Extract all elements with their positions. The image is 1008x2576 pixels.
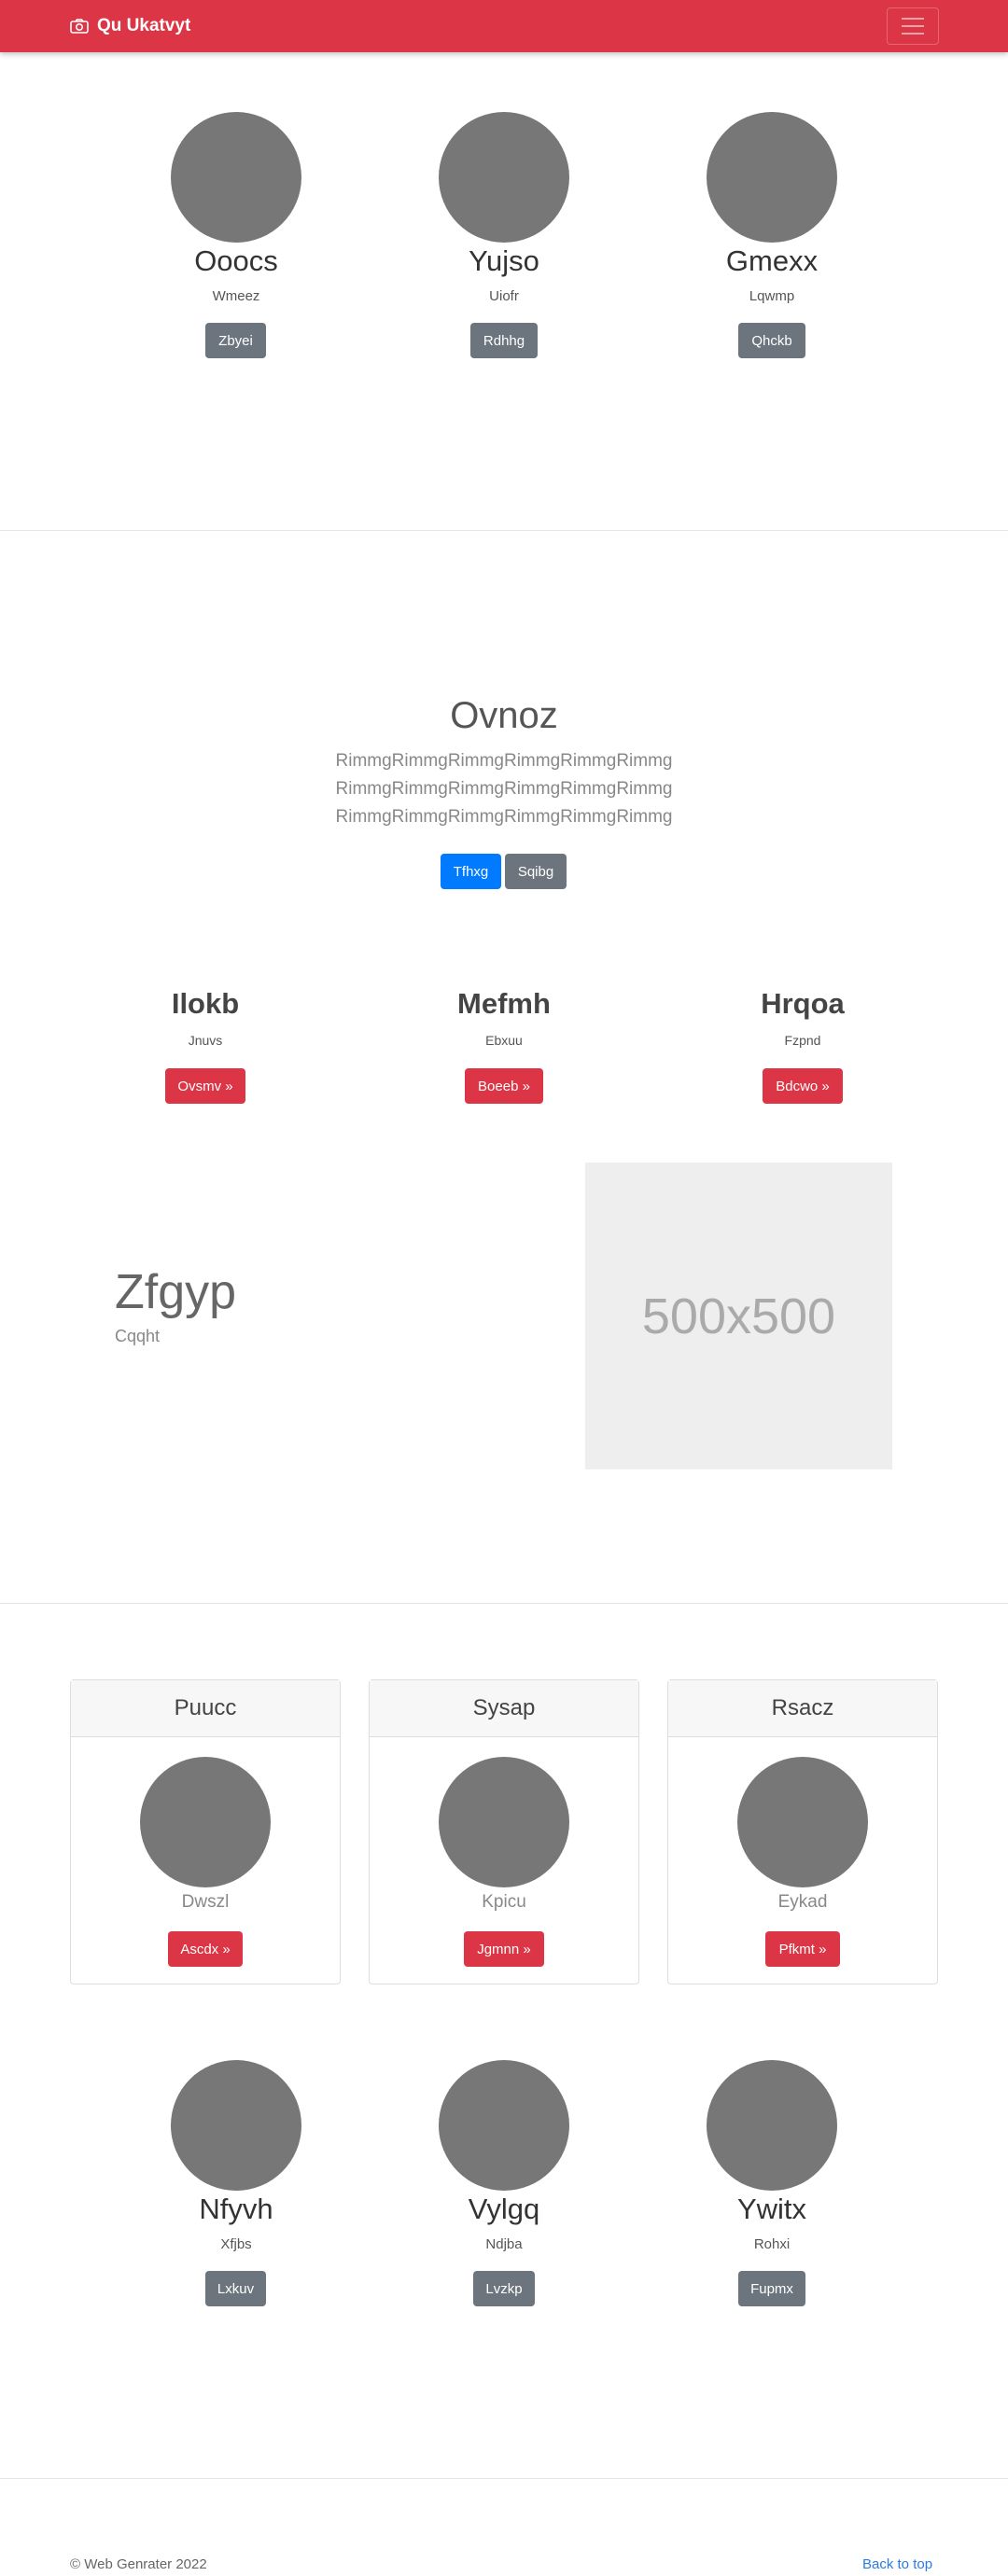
card-button[interactable]: Pfkmt » xyxy=(765,1931,840,1967)
hero-text-line: RimmgRimmgRimmgRimmgRimmgRimmg xyxy=(335,807,673,827)
feature-button[interactable]: Bdcwo » xyxy=(763,1068,843,1104)
card: Puucc Dwszl Ascdx » xyxy=(70,1679,341,1984)
hero-title: Ovnoz xyxy=(450,695,558,736)
hamburger-icon xyxy=(902,18,924,20)
section-divider xyxy=(0,1603,1008,1604)
card-text: Eykad xyxy=(777,1892,828,1912)
avatar xyxy=(140,1757,271,1887)
feature-subtitle: Fzpnd xyxy=(784,1033,821,1048)
card-button[interactable]: Jgmnn » xyxy=(464,1931,544,1967)
menu-toggle-button[interactable] xyxy=(887,7,939,45)
navbar: Qu Ukatvyt xyxy=(0,0,1008,52)
card-text: Kpicu xyxy=(482,1892,526,1912)
profile-subtitle: Lqwmp xyxy=(749,288,795,304)
section-divider xyxy=(0,530,1008,531)
profile-name: Nfyvh xyxy=(199,2193,273,2225)
footer-copyright: © Web Genrater 2022 xyxy=(70,2556,207,2572)
avatar xyxy=(737,1757,868,1887)
placeholder-image: 500x500 xyxy=(585,1163,892,1469)
profile-button[interactable]: Lvzkp xyxy=(473,2271,535,2306)
placeholder-label: 500x500 xyxy=(641,1288,836,1344)
avatar xyxy=(439,1757,569,1887)
avatar xyxy=(171,2060,301,2191)
navbar-brand[interactable]: Qu Ukatvyt xyxy=(70,15,190,37)
brand-text: Qu Ukatvyt xyxy=(97,16,191,35)
camera-icon xyxy=(70,19,89,34)
profile-subtitle: Rohxi xyxy=(753,2236,791,2252)
card-header: Rsacz xyxy=(668,1680,937,1737)
profile-name: Gmexx xyxy=(725,244,819,277)
profile-button[interactable]: Fupmx xyxy=(738,2271,805,2306)
avatar xyxy=(707,112,837,243)
profile-name: Ywitx xyxy=(736,2193,807,2225)
card-text: Dwszl xyxy=(181,1892,230,1912)
avatar xyxy=(707,2060,837,2191)
feature-subtitle: Jnuvs xyxy=(188,1033,223,1048)
card-header: Puucc xyxy=(71,1680,340,1737)
card: Sysap Kpicu Jgmnn » xyxy=(369,1679,639,1984)
profile-name: Vylgq xyxy=(468,2193,540,2225)
profile-button[interactable]: Rdhhg xyxy=(470,323,538,358)
hero-secondary-button[interactable]: Sqibg xyxy=(505,854,567,889)
profile-button[interactable]: Zbyei xyxy=(205,323,266,358)
profile-subtitle: Wmeez xyxy=(212,288,260,304)
split-title: Zfgyp xyxy=(115,1265,237,1319)
card-header: Sysap xyxy=(370,1680,638,1737)
hero-text-line: RimmgRimmgRimmgRimmgRimmgRimmg xyxy=(335,779,673,799)
avatar xyxy=(439,2060,569,2191)
section-divider xyxy=(0,2478,1008,2479)
profile-button[interactable]: Lxkuv xyxy=(205,2271,266,2306)
feature-title: Hrqoa xyxy=(761,987,845,1020)
hero-primary-button[interactable]: Tfhxg xyxy=(441,854,501,889)
split-subtitle: Cqqht xyxy=(115,1327,161,1345)
profile-button[interactable]: Qhckb xyxy=(738,323,805,358)
card-button[interactable]: Ascdx » xyxy=(168,1931,243,1967)
feature-button[interactable]: Ovsmv » xyxy=(165,1068,245,1104)
profile-subtitle: Xfjbs xyxy=(220,2236,252,2252)
avatar xyxy=(439,112,569,243)
card: Rsacz Eykad Pfkmt » xyxy=(667,1679,938,1984)
back-to-top-link[interactable]: Back to top xyxy=(862,2556,932,2572)
hero-text-line: RimmgRimmgRimmgRimmgRimmgRimmg xyxy=(335,751,673,771)
feature-button[interactable]: Boeeb » xyxy=(465,1068,543,1104)
profile-name: Yujso xyxy=(469,244,539,277)
feature-subtitle: Ebxuu xyxy=(485,1033,523,1048)
feature-title: Mefmh xyxy=(457,987,551,1020)
feature-title: Ilokb xyxy=(171,987,240,1020)
profile-name: Ooocs xyxy=(194,244,278,277)
profile-subtitle: Ndjba xyxy=(485,2236,523,2252)
avatar xyxy=(171,112,301,243)
profile-subtitle: Uiofr xyxy=(489,288,519,304)
